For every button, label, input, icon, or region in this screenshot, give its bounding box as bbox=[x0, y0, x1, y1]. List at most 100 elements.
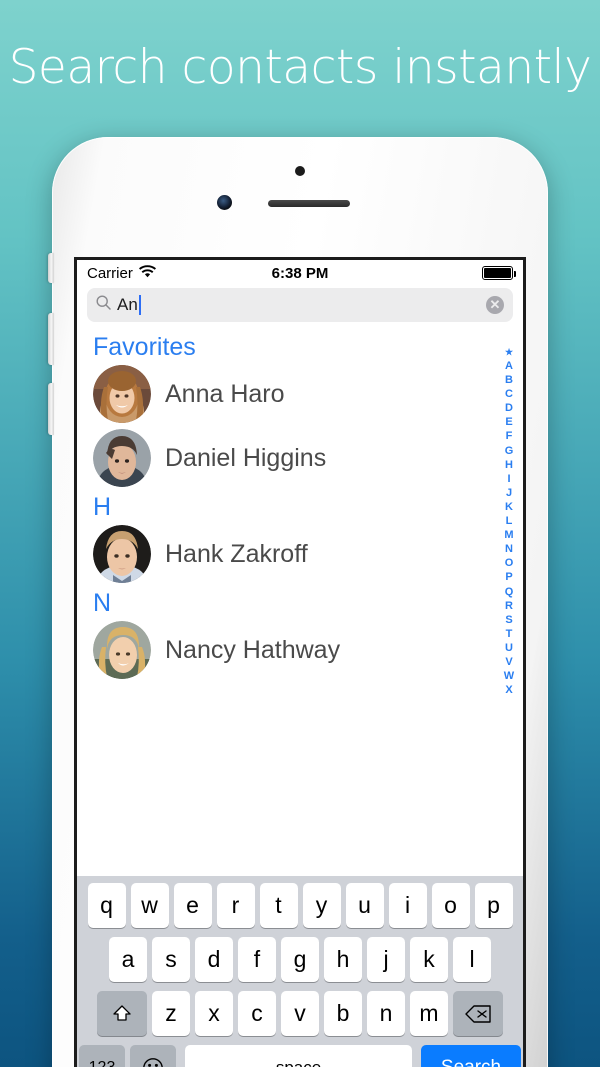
battery-full-icon bbox=[482, 266, 516, 280]
key-f[interactable]: f bbox=[238, 937, 276, 982]
index-item-c[interactable]: C bbox=[505, 387, 513, 401]
key-w[interactable]: w bbox=[130, 883, 169, 928]
alphabet-index[interactable]: ★ A B C D E F G H I J K L M N O P Q R S bbox=[499, 345, 519, 697]
index-item-e[interactable]: E bbox=[505, 415, 512, 429]
list-item[interactable]: Hank Zakroff bbox=[77, 522, 523, 586]
keyboard-row-2: a s d f g h j k l bbox=[79, 937, 521, 982]
key-r[interactable]: r bbox=[216, 883, 255, 928]
key-p[interactable]: p bbox=[474, 883, 513, 928]
onscreen-keyboard: q w e r t y u i o p a s d f g h j k l z … bbox=[77, 876, 523, 1067]
key-q[interactable]: q bbox=[87, 883, 126, 928]
list-item[interactable]: Anna Haro bbox=[77, 362, 523, 426]
index-item-x[interactable]: X bbox=[505, 683, 512, 697]
key-l[interactable]: l bbox=[453, 937, 491, 982]
key-n[interactable]: n bbox=[367, 991, 405, 1036]
search-input-value: An bbox=[117, 295, 141, 315]
volume-up-button[interactable] bbox=[48, 313, 54, 365]
index-item-a[interactable]: A bbox=[505, 359, 513, 373]
status-bar-left: Carrier bbox=[87, 265, 156, 282]
key-o[interactable]: o bbox=[431, 883, 470, 928]
key-d[interactable]: d bbox=[195, 937, 233, 982]
keyboard-row-1: q w e r t y u i o p bbox=[79, 883, 521, 928]
index-item-u[interactable]: U bbox=[505, 641, 513, 655]
index-item-h[interactable]: H bbox=[505, 458, 513, 472]
shift-icon[interactable] bbox=[97, 991, 147, 1036]
proximity-sensor-icon bbox=[295, 166, 305, 176]
phone-screen: Carrier 6:38 PM An ✕ Favorites Anna Haro… bbox=[74, 257, 526, 1067]
key-h[interactable]: h bbox=[324, 937, 362, 982]
contact-name: Hank Zakroff bbox=[165, 539, 308, 568]
index-item-k[interactable]: K bbox=[505, 500, 513, 514]
index-item-s[interactable]: S bbox=[505, 613, 512, 627]
key-g[interactable]: g bbox=[281, 937, 319, 982]
index-item-i[interactable]: I bbox=[507, 472, 510, 486]
wifi-icon bbox=[138, 264, 156, 282]
clear-search-button[interactable]: ✕ bbox=[486, 296, 504, 314]
key-m[interactable]: m bbox=[410, 991, 448, 1036]
keyboard-row-4: 123 space Search bbox=[79, 1045, 521, 1067]
front-camera-icon bbox=[217, 195, 232, 210]
avatar bbox=[93, 525, 151, 583]
search-query-text: An bbox=[117, 295, 138, 314]
key-u[interactable]: u bbox=[345, 883, 384, 928]
key-v[interactable]: v bbox=[281, 991, 319, 1036]
index-item-r[interactable]: R bbox=[505, 599, 513, 613]
text-caret bbox=[138, 295, 141, 315]
search-key[interactable]: Search bbox=[421, 1045, 521, 1067]
index-item-v[interactable]: V bbox=[505, 655, 512, 669]
carrier-label: Carrier bbox=[87, 264, 133, 282]
mute-switch-button[interactable] bbox=[48, 253, 54, 283]
index-item-q[interactable]: Q bbox=[505, 585, 514, 599]
key-e[interactable]: e bbox=[173, 883, 212, 928]
backspace-icon[interactable] bbox=[453, 991, 503, 1036]
section-header-favorites: Favorites bbox=[93, 333, 196, 361]
index-item-b[interactable]: B bbox=[505, 373, 513, 387]
index-item-m[interactable]: M bbox=[504, 528, 513, 542]
space-key[interactable]: space bbox=[185, 1045, 412, 1067]
avatar bbox=[93, 429, 151, 487]
index-item-f[interactable]: F bbox=[506, 429, 513, 443]
contact-list[interactable]: Favorites Anna Haro Daniel Higgins H Han… bbox=[77, 330, 523, 858]
index-item-w[interactable]: W bbox=[504, 669, 514, 683]
volume-down-button[interactable] bbox=[48, 383, 54, 435]
status-bar-right bbox=[482, 266, 516, 280]
key-y[interactable]: y bbox=[302, 883, 341, 928]
list-item[interactable]: Daniel Higgins bbox=[77, 426, 523, 490]
index-item-o[interactable]: O bbox=[505, 556, 514, 570]
key-s[interactable]: s bbox=[152, 937, 190, 982]
search-icon bbox=[96, 295, 111, 315]
index-item-star[interactable]: ★ bbox=[505, 345, 513, 359]
index-item-p[interactable]: P bbox=[505, 570, 512, 584]
section-header-h: H bbox=[93, 493, 112, 521]
search-bar: An ✕ bbox=[77, 286, 523, 330]
key-c[interactable]: c bbox=[238, 991, 276, 1036]
key-b[interactable]: b bbox=[324, 991, 362, 1036]
avatar bbox=[93, 621, 151, 679]
numbers-key[interactable]: 123 bbox=[79, 1045, 125, 1067]
emoji-icon[interactable] bbox=[130, 1045, 176, 1067]
list-item[interactable]: Nancy Hathway bbox=[77, 618, 523, 682]
key-j[interactable]: j bbox=[367, 937, 405, 982]
earpiece-speaker-icon bbox=[268, 200, 350, 207]
search-input[interactable]: An ✕ bbox=[87, 288, 513, 322]
key-a[interactable]: a bbox=[109, 937, 147, 982]
index-item-g[interactable]: G bbox=[505, 444, 514, 458]
keyboard-row-3: z x c v b n m bbox=[79, 991, 521, 1036]
key-i[interactable]: i bbox=[388, 883, 427, 928]
index-item-l[interactable]: L bbox=[506, 514, 513, 528]
contact-name: Anna Haro bbox=[165, 379, 285, 408]
page-title: Search contacts instantly bbox=[8, 40, 592, 95]
key-k[interactable]: k bbox=[410, 937, 448, 982]
index-item-t[interactable]: T bbox=[506, 627, 513, 641]
section-header-n: N bbox=[93, 589, 112, 617]
contact-name: Nancy Hathway bbox=[165, 635, 341, 664]
index-item-d[interactable]: D bbox=[505, 401, 513, 415]
status-bar: Carrier 6:38 PM bbox=[77, 260, 523, 286]
key-t[interactable]: t bbox=[259, 883, 298, 928]
key-z[interactable]: z bbox=[152, 991, 190, 1036]
index-item-n[interactable]: N bbox=[505, 542, 513, 556]
contact-name: Daniel Higgins bbox=[165, 443, 327, 472]
index-item-j[interactable]: J bbox=[506, 486, 512, 500]
avatar bbox=[93, 365, 151, 423]
key-x[interactable]: x bbox=[195, 991, 233, 1036]
